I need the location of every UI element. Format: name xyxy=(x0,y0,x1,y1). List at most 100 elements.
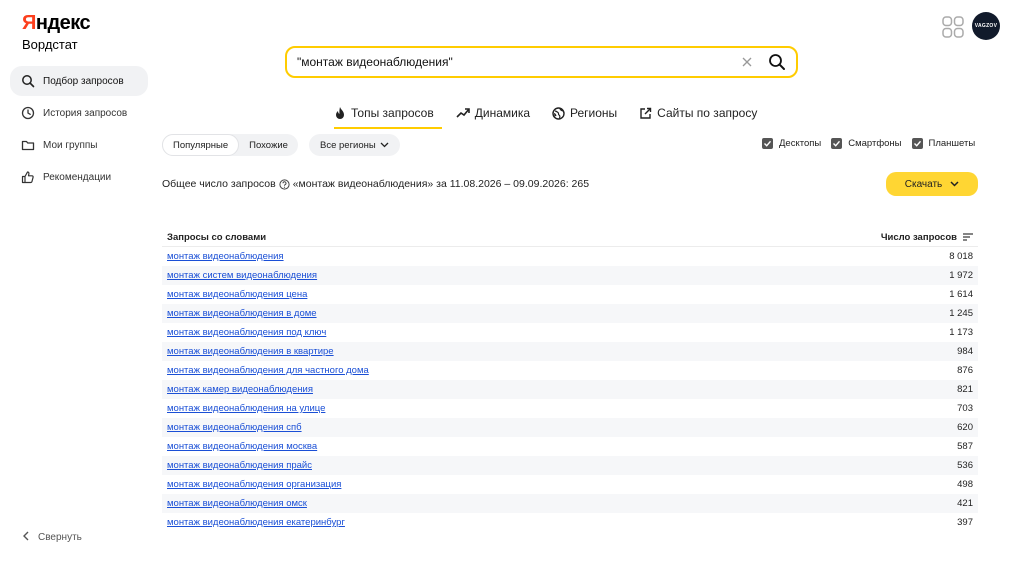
query-link[interactable]: монтаж видеонаблюдения в квартире xyxy=(167,346,334,357)
checkbox-checked-icon xyxy=(831,138,843,149)
folder-icon xyxy=(21,138,35,152)
help-icon[interactable] xyxy=(279,178,290,190)
external-link-icon xyxy=(639,107,652,120)
logo[interactable]: Яндекс Вордстат xyxy=(22,12,91,52)
mode-similar-button[interactable]: Похожие xyxy=(239,134,298,156)
query-link[interactable]: монтаж видеонаблюдения цена xyxy=(167,289,307,300)
globe-icon xyxy=(552,106,565,120)
apps-grid-icon[interactable] xyxy=(942,16,964,38)
query-link[interactable]: монтаж видеонаблюдения екатеринбург xyxy=(167,517,345,528)
tab-label: Топы запросов xyxy=(351,106,434,120)
sidebar-item-label: Рекомендации xyxy=(43,171,112,183)
checkbox-checked-icon xyxy=(762,138,773,149)
device-smartphone-checkbox[interactable]: Смартфоны xyxy=(831,138,902,149)
tab-top-queries[interactable]: Топы запросов xyxy=(334,103,442,129)
chevron-left-icon xyxy=(22,531,30,544)
query-count: 876 xyxy=(957,365,973,376)
sidebar-item-groups[interactable]: Мои группы xyxy=(10,130,148,160)
sidebar-item-label: Подбор запросов xyxy=(43,75,124,87)
logo-word: ндекс xyxy=(35,12,91,34)
column-header-count-label: Число запросов xyxy=(880,231,957,243)
table-body: монтаж видеонаблюдения 8 018 монтаж систем… xyxy=(162,247,978,532)
collapse-label: Свернуть xyxy=(38,532,82,543)
query-count: 620 xyxy=(957,422,973,433)
query-link[interactable]: монтаж видеонаблюдения спб xyxy=(167,422,302,433)
table-header: Запросы со словами Число запросов xyxy=(162,228,978,247)
query-link[interactable]: монтаж камер видеонаблюдения xyxy=(167,384,313,395)
device-label: Десктопы xyxy=(779,138,822,149)
query-count: 587 xyxy=(957,441,973,452)
device-label: Смартфоны xyxy=(848,138,902,149)
table-row: монтаж видеонаблюдения прайс 536 xyxy=(162,456,978,475)
tab-dynamics[interactable]: Динамика xyxy=(456,103,530,123)
tab-regions[interactable]: Регионы xyxy=(552,103,617,123)
regions-dropdown[interactable]: Все регионы xyxy=(309,134,400,156)
search-input[interactable] xyxy=(297,55,740,69)
device-desktop-checkbox[interactable]: Десктопы xyxy=(762,138,821,149)
query-link[interactable]: монтаж видеонаблюдения под ключ xyxy=(167,327,326,338)
query-link[interactable]: монтаж систем видеонаблюдения xyxy=(167,270,317,281)
query-count: 1 173 xyxy=(949,327,973,338)
tab-sites[interactable]: Сайты по запросу xyxy=(639,103,757,123)
query-link[interactable]: монтаж видеонаблюдения для частного дома xyxy=(167,365,369,376)
sort-icon xyxy=(963,233,973,241)
thumbs-up-icon xyxy=(21,170,35,184)
checkbox-checked-icon xyxy=(911,138,923,149)
view-tabs: Топы запросов Динамика Регионы Сайты по … xyxy=(334,103,779,129)
query-count: 984 xyxy=(957,346,973,357)
fire-icon xyxy=(334,106,346,120)
query-count: 703 xyxy=(957,403,973,414)
query-count: 498 xyxy=(957,479,973,490)
collapse-sidebar-button[interactable]: Свернуть xyxy=(22,531,82,544)
query-count: 821 xyxy=(957,384,973,395)
table-row: монтаж видеонаблюдения в доме 1 245 xyxy=(162,304,978,323)
table-row: монтаж видеонаблюдения в квартире 984 xyxy=(162,342,978,361)
trend-icon xyxy=(456,107,470,119)
regions-label: Все регионы xyxy=(320,139,376,151)
chevron-down-icon xyxy=(380,142,389,148)
search-submit-icon[interactable] xyxy=(768,53,786,71)
table-row: монтаж видеонаблюдения на улице 703 xyxy=(162,399,978,418)
query-link[interactable]: монтаж видеонаблюдения москва xyxy=(167,441,317,452)
table-row: монтаж видеонаблюдения спб 620 xyxy=(162,418,978,437)
table-row: монтаж видеонаблюдения омск 421 xyxy=(162,494,978,513)
summary-text: «монтаж видеонаблюдения» за 11.08.2026 –… xyxy=(292,178,590,190)
yandex-logo: Яндекс xyxy=(22,12,91,34)
table-row: монтаж видеонаблюдения для частного дома… xyxy=(162,361,978,380)
column-header-query: Запросы со словами xyxy=(167,231,267,243)
query-link[interactable]: монтаж видеонаблюдения xyxy=(167,251,284,262)
sidebar-item-recommendations[interactable]: Рекомендации xyxy=(10,162,148,192)
chevron-down-icon xyxy=(950,181,959,187)
query-count: 536 xyxy=(957,460,973,471)
clock-icon xyxy=(21,106,35,120)
search-box xyxy=(285,46,798,78)
table-row: монтаж видеонаблюдения 8 018 xyxy=(162,247,978,266)
query-count: 1 245 xyxy=(949,308,973,319)
query-count: 1 972 xyxy=(949,270,973,281)
query-link[interactable]: монтаж видеонаблюдения прайс xyxy=(167,460,312,471)
download-label: Скачать xyxy=(904,178,943,190)
queries-table: Запросы со словами Число запросов монтаж… xyxy=(162,228,978,532)
query-count: 1 614 xyxy=(949,289,973,300)
device-tablet-checkbox[interactable]: Планшеты xyxy=(911,138,975,149)
mode-toggle: Популярные Похожие xyxy=(162,134,298,156)
summary-prefix: Общее число запросов xyxy=(162,178,276,190)
sidebar-item-history[interactable]: История запросов xyxy=(10,98,148,128)
clear-icon[interactable] xyxy=(740,55,754,69)
product-name: Вордстат xyxy=(22,37,78,52)
query-link[interactable]: монтаж видеонаблюдения омск xyxy=(167,498,307,509)
query-link[interactable]: монтаж видеонаблюдения на улице xyxy=(167,403,325,414)
tab-label: Сайты по запросу xyxy=(657,106,758,120)
sidebar: Подбор запросов История запросов Мои гру… xyxy=(10,66,148,194)
download-button[interactable]: Скачать xyxy=(886,172,978,196)
column-header-count[interactable]: Число запросов xyxy=(881,232,973,243)
query-count: 8 018 xyxy=(949,251,973,262)
mode-popular-button[interactable]: Популярные xyxy=(162,134,240,156)
table-row: монтаж видеонаблюдения цена 1 614 xyxy=(162,285,978,304)
query-link[interactable]: монтаж видеонаблюдения организация xyxy=(167,479,341,490)
table-row: монтаж камер видеонаблюдения 821 xyxy=(162,380,978,399)
total-summary: Общее число запросов «монтаж видеонаблюд… xyxy=(162,178,589,190)
avatar[interactable]: VAGZOV xyxy=(972,12,1000,40)
query-link[interactable]: монтаж видеонаблюдения в доме xyxy=(167,308,317,319)
sidebar-item-query-selection[interactable]: Подбор запросов xyxy=(10,66,148,96)
